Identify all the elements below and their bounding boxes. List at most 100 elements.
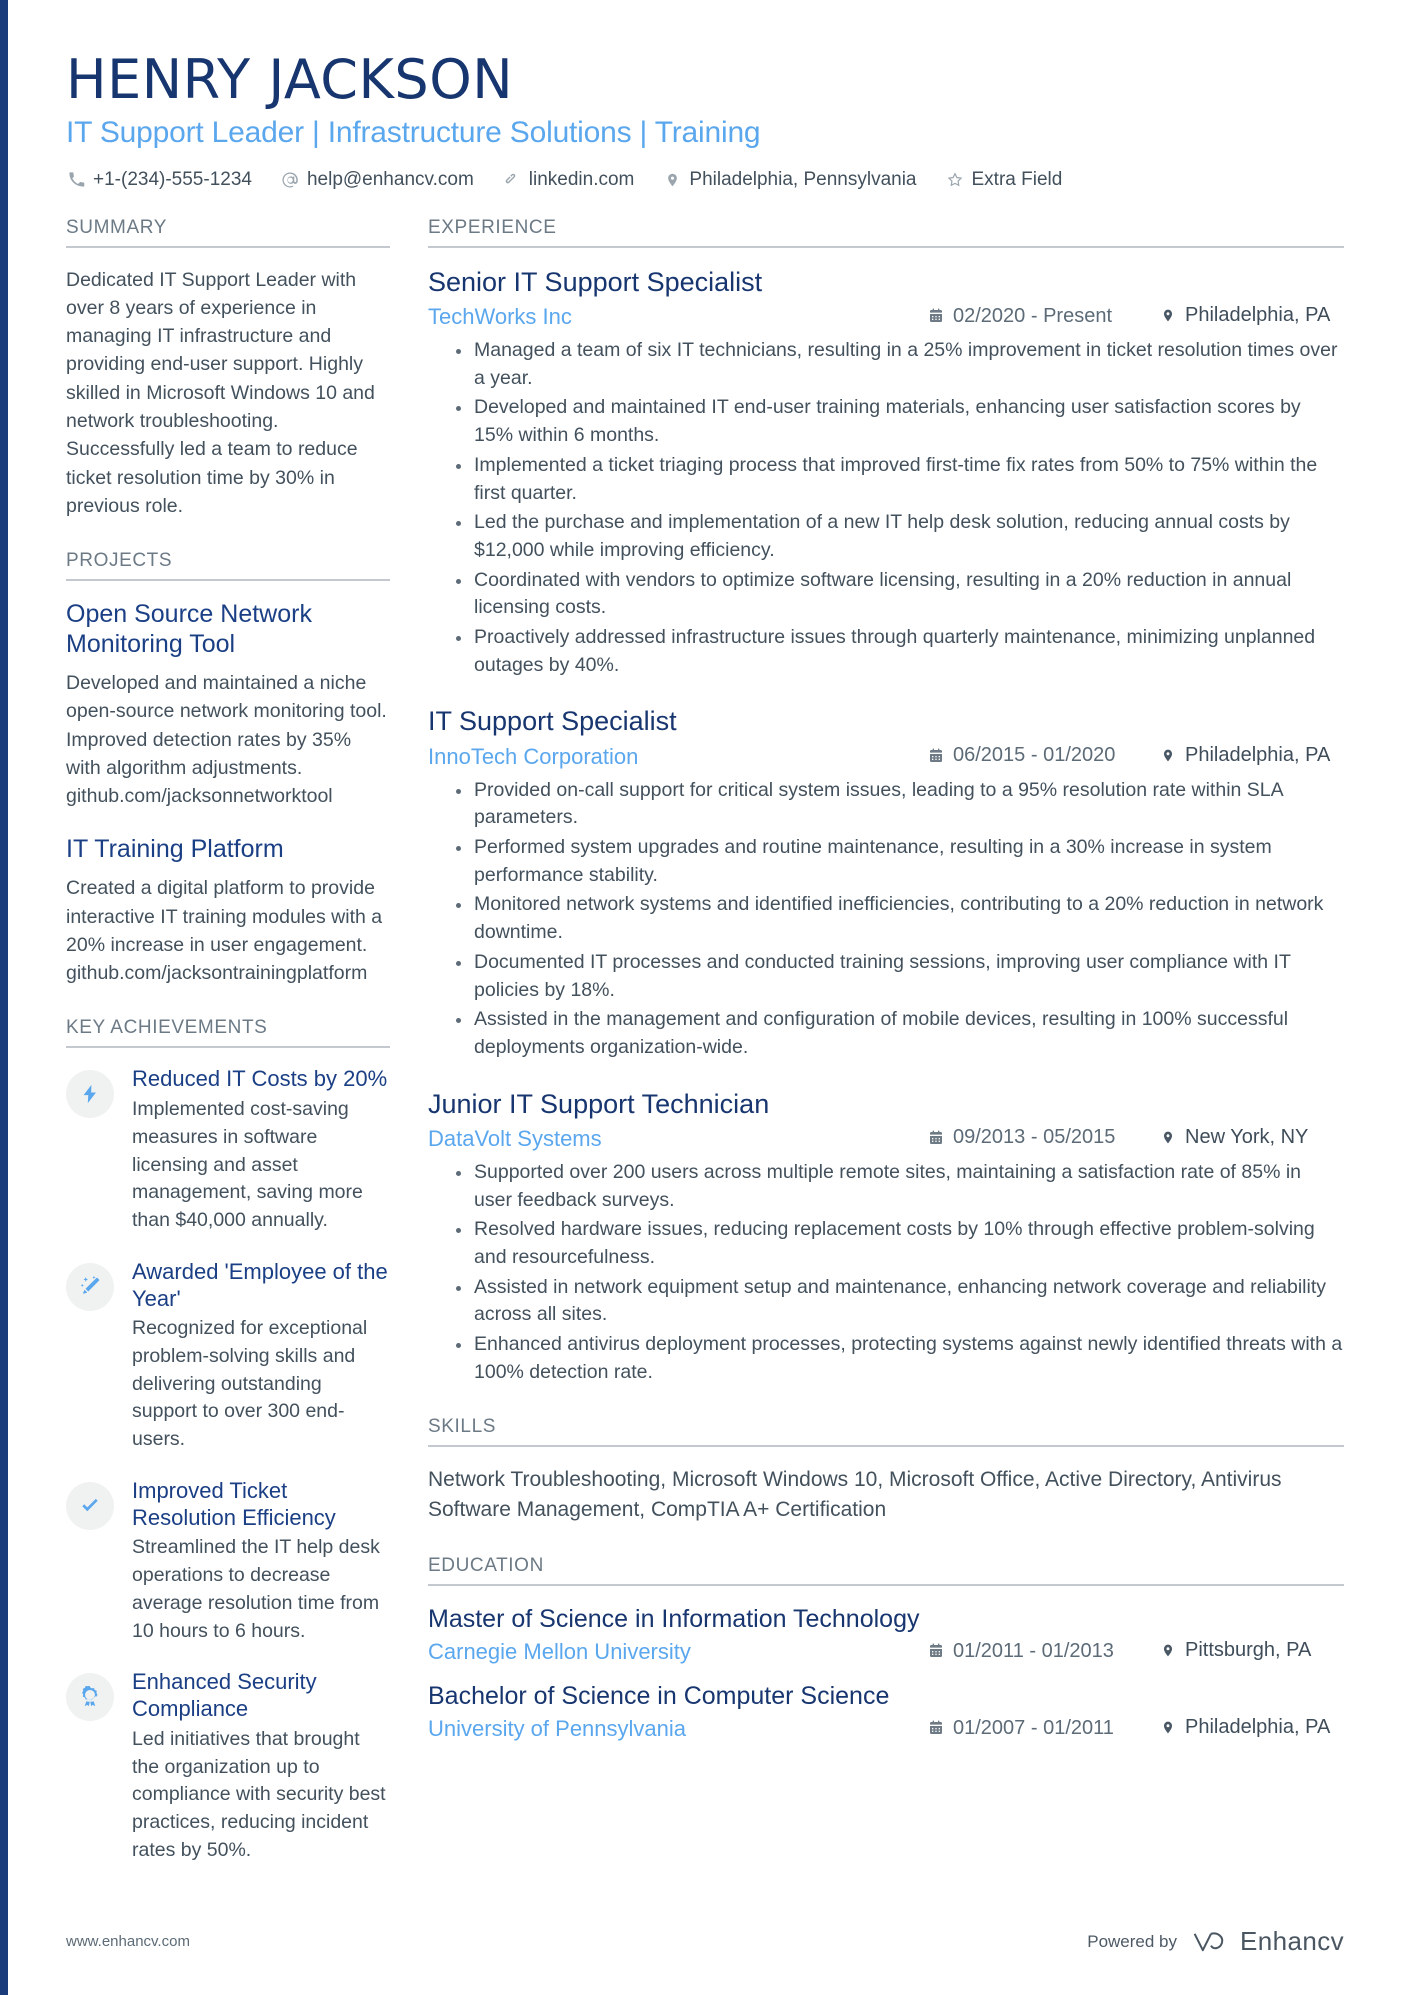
job-bullets: Provided on-call support for critical sy… [428,777,1344,1062]
education-location-text: Pittsburgh, PA [1185,1639,1312,1662]
footer-website[interactable]: www.enhancv.com [66,1933,190,1950]
link-icon [502,170,522,190]
achievement-title: Enhanced Security Compliance [132,1669,317,1722]
summary-section: SUMMARY Dedicated IT Support Leader with… [66,217,390,520]
job-meta: DataVolt Systems 09/2013 - 05/2015 New Y… [428,1126,1344,1152]
project-title[interactable]: Open Source Network Monitoring Tool [66,599,390,659]
education-dates: 01/2011 - 01/2013 [927,1640,1159,1663]
job-dates-text: 02/2020 - Present [953,304,1112,327]
education-degree: Bachelor of Science in Computer Science [428,1682,890,1711]
job-bullet: Monitored network systems and identified… [454,891,1344,946]
contact-link[interactable]: linkedin.com [502,168,635,191]
projects-section-title: PROJECTS [66,550,390,582]
project-item: IT Training Platform Created a digital p… [66,834,390,987]
calendar-icon [927,1642,945,1660]
achievement-item: Reduced IT Costs by 20% Implemented cost… [66,1066,390,1234]
education-meta: University of Pennsylvania 01/2007 - 01/… [428,1716,1344,1742]
job-company[interactable]: InnoTech Corporation [428,744,927,770]
contact-link-text: linkedin.com [528,168,635,190]
job-location-text: New York, NY [1185,1125,1309,1148]
projects-section: PROJECTS Open Source Network Monitoring … [66,550,390,987]
education-section-title: EDUCATION [428,1555,1344,1587]
job-bullet: Assisted in the management and configura… [454,1006,1344,1061]
achievement-badge [66,1070,114,1119]
location-icon [1159,1642,1177,1660]
job-title: Senior IT Support Specialist [428,266,763,297]
job-meta: TechWorks Inc 02/2020 - Present Philadel… [428,304,1344,330]
page-footer: www.enhancv.com Powered by Enhancv [66,1926,1344,1957]
job-bullet: Proactively addressed infrastructure iss… [454,624,1344,679]
achievement-title: Improved Ticket Resolution Efficiency [132,1477,336,1530]
achievement-title: Reduced IT Costs by 20% [132,1066,388,1092]
job-title: IT Support Specialist [428,706,677,737]
project-description: Developed and maintained a niche open-so… [66,672,387,779]
phone-icon [66,170,86,190]
skills-section: SKILLS Network Troubleshooting, Microsof… [428,1416,1344,1525]
magic-wand-icon [79,1275,102,1298]
achievement-item: Enhanced Security Compliance Led initiat… [66,1669,390,1864]
contact-extra-field[interactable]: Extra Field [945,168,1063,191]
enhancv-brand-text: Enhancv [1240,1926,1344,1956]
project-link[interactable]: github.com/jacksonnetworktool [66,782,390,810]
summary-text: Dedicated IT Support Leader with over 8 … [66,268,375,517]
resume-columns: SUMMARY Dedicated IT Support Leader with… [66,217,1344,1895]
job-bullet: Documented IT processes and conducted tr… [454,949,1344,1004]
summary-section-title: SUMMARY [66,217,390,248]
candidate-name: HENRY JACKSON [66,48,514,111]
job-company[interactable]: TechWorks Inc [428,304,927,330]
project-description: Created a digital platform to provide in… [66,877,383,956]
enhancv-logo-icon [1191,1929,1231,1955]
achievement-title: Awarded 'Employee of the Year' [132,1258,388,1311]
contact-phone-text: +1-(234)-555-1234 [93,168,252,190]
job-bullet: Enhanced antivirus deployment processes,… [454,1331,1344,1386]
project-title[interactable]: IT Training Platform [66,834,390,864]
job-bullet: Coordinated with vendors to optimize sof… [454,567,1344,622]
experience-section-title: EXPERIENCE [428,217,1344,248]
candidate-headline: IT Support Leader | Infrastructure Solut… [66,115,761,149]
education-degree: Master of Science in Information Technol… [428,1605,920,1634]
lightning-bolt-icon [79,1083,101,1105]
enhancv-brand: Enhancv [1191,1926,1344,1957]
contact-location[interactable]: Philadelphia, Pennsylvania [662,169,917,191]
contact-extra-field-text: Extra Field [971,168,1063,190]
contact-phone[interactable]: +1-(234)-555-1234 [66,169,252,191]
left-column: SUMMARY Dedicated IT Support Leader with… [66,217,418,1895]
project-link[interactable]: github.com/jacksontrainingplatform [66,959,390,987]
job-meta: InnoTech Corporation 06/2015 - 01/2020 P… [428,744,1344,770]
job-bullet: Supported over 200 users across multiple… [454,1159,1344,1214]
job-dates: 02/2020 - Present [927,305,1159,328]
education-location-text: Philadelphia, PA [1185,1716,1331,1739]
contact-email[interactable]: help@enhancv.com [280,169,474,191]
job-company[interactable]: DataVolt Systems [428,1126,927,1152]
education-meta: Carnegie Mellon University 01/2011 - 01/… [428,1639,1344,1665]
education-location: Philadelphia, PA [1159,1716,1344,1739]
education-school[interactable]: University of Pennsylvania [428,1716,927,1742]
right-column: EXPERIENCE Senior IT Support Specialist … [418,217,1344,1772]
experience-item: Junior IT Support Technician DataVolt Sy… [428,1088,1344,1387]
contact-row: +1-(234)-555-1234 help@enhancv.com linke… [66,169,1344,191]
location-icon [1159,1128,1177,1146]
education-dates-text: 01/2011 - 01/2013 [953,1639,1114,1662]
resume-page: HENRY JACKSON IT Support Leader | Infras… [0,0,1410,1995]
job-location: New York, NY [1159,1126,1344,1149]
contact-email-text: help@enhancv.com [306,168,474,190]
skills-text: Network Troubleshooting, Microsoft Windo… [428,1468,1282,1522]
job-dates-text: 09/2013 - 05/2015 [953,1126,1116,1149]
location-icon [1159,1719,1177,1737]
job-bullets: Supported over 200 users across multiple… [428,1159,1344,1387]
project-item: Open Source Network Monitoring Tool Deve… [66,599,390,810]
job-bullet: Performed system upgrades and routine ma… [454,834,1344,889]
calendar-icon [927,747,945,765]
location-icon [1159,746,1177,764]
achievement-badge [66,1673,114,1722]
powered-by-label: Powered by [1087,1931,1178,1951]
key-achievements-section-title: KEY ACHIEVEMENTS [66,1017,390,1049]
education-item: Bachelor of Science in Computer Science … [428,1681,1344,1742]
achievement-description: Implemented cost-saving measures in soft… [132,1098,363,1232]
resume-header: HENRY JACKSON IT Support Leader | Infras… [66,0,1344,191]
achievement-description: Recognized for exceptional problem-solvi… [132,1317,368,1451]
education-school[interactable]: Carnegie Mellon University [428,1639,927,1665]
job-bullet: Led the purchase and implementation of a… [454,509,1344,564]
skills-section-title: SKILLS [428,1416,1344,1448]
powered-by-block: Powered by Enhancv [1087,1926,1344,1957]
